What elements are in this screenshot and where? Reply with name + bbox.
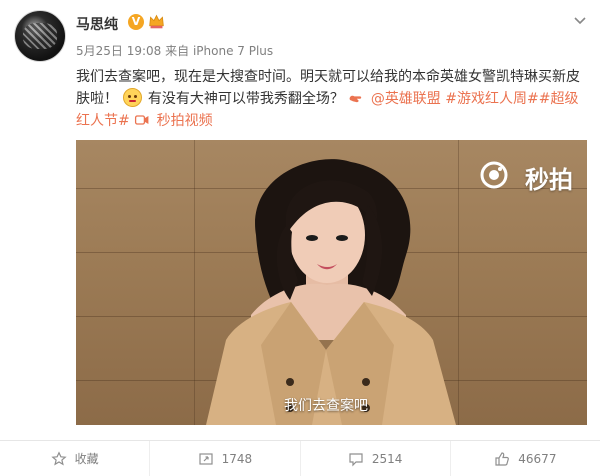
repost-button[interactable]: 1748 xyxy=(150,441,301,476)
thumbs-up-icon xyxy=(495,451,510,466)
emoji-icon xyxy=(123,88,143,107)
video-watermark: 秒拍 xyxy=(525,166,573,194)
video-frame-image xyxy=(206,159,456,425)
repost-count: 1748 xyxy=(221,451,253,466)
chevron-down-icon[interactable] xyxy=(572,12,588,28)
comment-icon xyxy=(349,452,363,466)
post-text-part2: 有没有大神可以带我秀翻全场？ xyxy=(147,91,344,107)
author-name[interactable]: 马思纯 xyxy=(76,14,118,34)
video-subtitle: 我们去查案吧 xyxy=(284,398,368,414)
video-link[interactable]: 秒拍视频 xyxy=(157,113,213,129)
mention-link[interactable]: @英雄联盟 xyxy=(371,91,441,107)
like-count: 46677 xyxy=(518,451,557,466)
post-meta: 5月25日 19:08 来自 iPhone 7 Plus xyxy=(76,42,273,59)
star-icon xyxy=(50,450,67,466)
repost-icon xyxy=(198,452,213,465)
post-text: 我们去查案吧，现在是大搜查时间。明天就可以给我的本命英雄女警凯特琳买新皮肤啦！ … xyxy=(76,66,591,132)
weibo-card: 马思纯 V 5月25日 19:08 来自 iPhone 7 Plus 我们去查案… xyxy=(0,0,600,476)
verified-badge: V xyxy=(128,14,144,30)
like-button[interactable]: 46677 xyxy=(451,441,600,476)
hand-icon xyxy=(349,95,362,103)
comment-count: 2514 xyxy=(371,451,403,466)
favorite-label: 收藏 xyxy=(74,452,99,466)
comment-button[interactable]: 2514 xyxy=(301,441,451,476)
post-time[interactable]: 5月25日 19:08 xyxy=(76,44,161,58)
crown-icon xyxy=(149,14,164,29)
action-bar: 收藏 1748 2514 46677 xyxy=(0,440,600,476)
favorite-button[interactable]: 收藏 xyxy=(0,441,151,476)
post-source[interactable]: 来自 iPhone 7 Plus xyxy=(165,44,273,58)
video-player[interactable]: 秒拍 我们去查案吧 xyxy=(76,140,587,425)
avatar[interactable] xyxy=(14,10,66,62)
miaopai-logo-icon xyxy=(480,161,508,189)
video-link-icon xyxy=(135,115,149,125)
